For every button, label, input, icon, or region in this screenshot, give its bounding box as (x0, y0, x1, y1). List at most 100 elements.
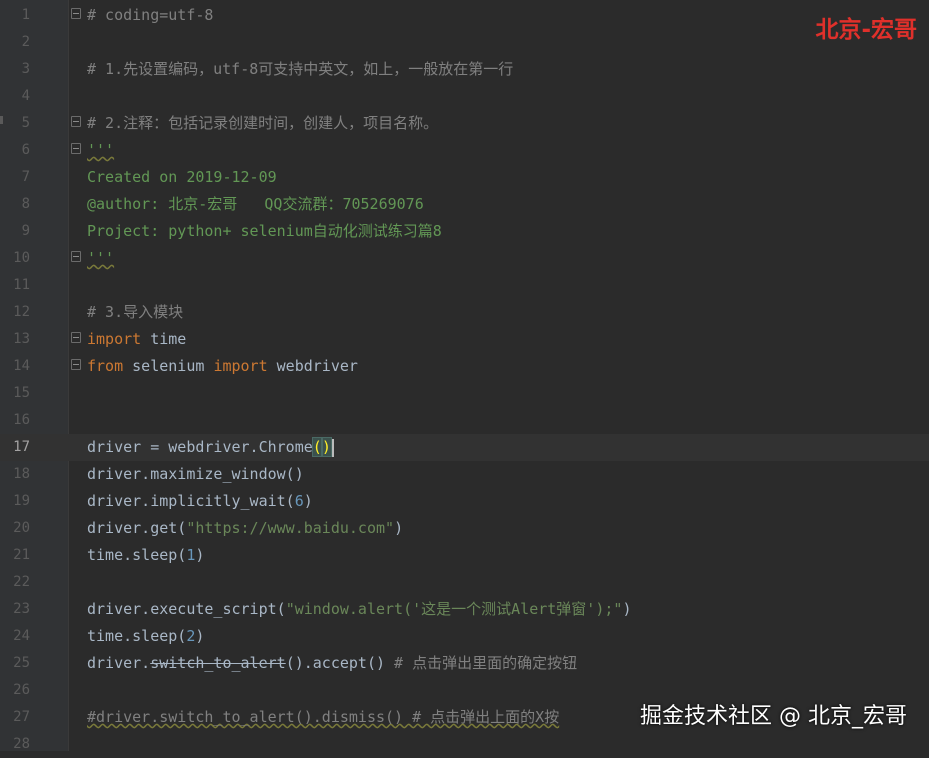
code-text[interactable]: from selenium import webdriver (87, 353, 358, 380)
code-token: driver.maximize_window() (87, 465, 304, 483)
code-token: ) (394, 519, 404, 537)
code-line[interactable]: 20 driver.get("https://www.baidu.com") (0, 515, 929, 542)
line-number: 18 (13, 466, 30, 482)
line-number: 3 (21, 61, 30, 77)
line-number: 17 (13, 439, 30, 455)
code-text[interactable]: # coding=utf-8 (87, 2, 213, 29)
code-text[interactable]: ''' (87, 245, 114, 272)
code-line[interactable]: 8 @author: 北京-宏哥 QQ交流群：705269076 (0, 191, 929, 218)
code-line[interactable]: 21 time.sleep(1) (0, 542, 929, 569)
line-number: 7 (21, 169, 30, 185)
code-line[interactable]: 10 ''' (0, 245, 929, 272)
code-line[interactable]: 2 (0, 29, 929, 56)
code-text[interactable]: #driver.switch_to_alert().dismiss() # 点击… (87, 704, 559, 731)
code-line[interactable]: 12 # 3.导入模块 (0, 299, 929, 326)
code-text[interactable]: driver.maximize_window() (87, 461, 304, 488)
code-text[interactable]: # 2.注释：包括记录创建时间，创建人，项目名称。 (87, 110, 438, 137)
code-line[interactable]: 24 time.sleep(2) (0, 623, 929, 650)
code-line[interactable]: 23 driver.execute_script("window.alert('这… (0, 596, 929, 623)
code-text[interactable]: # 3.导入模块 (87, 299, 183, 326)
code-line[interactable]: 9 Project: python+ selenium自动化测试练习篇8 (0, 218, 929, 245)
code-line[interactable]: 17 driver = webdriver.Chrome() (0, 434, 929, 461)
fold-toggle-icon[interactable] (71, 116, 81, 127)
code-line[interactable]: 25 driver.switch_to_alert().accept() # 点击… (0, 650, 929, 677)
code-text[interactable]: driver.implicitly_wait(6) (87, 488, 313, 515)
code-token: ) (320, 437, 332, 457)
code-token: ) (622, 600, 632, 618)
code-line[interactable]: 13 import time (0, 326, 929, 353)
code-text[interactable]: time.sleep(2) (87, 623, 204, 650)
line-number: 1 (21, 7, 30, 23)
code-text[interactable]: import time (87, 326, 186, 353)
gutter-marker (0, 116, 3, 124)
code-token: driver. (87, 654, 151, 672)
fold-toggle-icon[interactable] (71, 332, 81, 343)
code-token: driver.get( (87, 519, 187, 537)
code-token: from (87, 357, 124, 375)
code-text[interactable]: Project: python+ selenium自动化测试练习篇8 (87, 218, 442, 245)
code-line[interactable]: 14 from selenium import webdriver (0, 353, 929, 380)
code-token: Created on 2019-12-09 (87, 168, 277, 186)
code-token: @author: 北京-宏哥 QQ交流群：705269076 (87, 195, 424, 213)
text-caret (331, 438, 334, 457)
code-text[interactable]: ''' (87, 137, 114, 164)
code-token: ().accept() (285, 654, 386, 672)
code-text[interactable]: driver.switch_to_alert().accept() # 点击弹出… (87, 650, 577, 677)
code-line[interactable]: 4 (0, 83, 929, 110)
fold-toggle-icon[interactable] (71, 8, 81, 19)
watermark-bottom: 掘金技术社区 @ 北京_宏哥 (640, 704, 907, 729)
line-number: 15 (13, 385, 30, 401)
line-number: 21 (13, 547, 30, 563)
line-number: 25 (13, 655, 30, 671)
code-token: 6 (294, 492, 304, 510)
fold-toggle-icon[interactable] (71, 143, 81, 154)
line-number: 26 (13, 682, 30, 698)
code-token: import (213, 357, 268, 375)
code-text[interactable]: driver = webdriver.Chrome() (87, 434, 334, 461)
code-line[interactable]: 3 # 1.先设置编码，utf-8可支持中英文，如上，一般放在第一行 (0, 56, 929, 83)
code-text[interactable]: @author: 北京-宏哥 QQ交流群：705269076 (87, 191, 424, 218)
line-number: 6 (21, 142, 30, 158)
code-token: Project: python+ selenium自动化测试练习篇8 (87, 222, 442, 240)
fold-toggle-icon[interactable] (71, 251, 81, 262)
code-token: # 1.先设置编码，utf-8可支持中英文，如上，一般放在第一行 (87, 60, 514, 78)
line-number: 13 (13, 331, 30, 347)
line-number: 10 (13, 250, 30, 266)
code-line[interactable]: 16 (0, 407, 929, 434)
line-number: 9 (21, 223, 30, 239)
code-line[interactable]: 18 driver.maximize_window() (0, 461, 929, 488)
line-number: 27 (13, 709, 30, 725)
code-token: time.sleep( (87, 546, 187, 564)
line-number: 22 (13, 574, 30, 590)
code-line[interactable]: 6 ''' (0, 137, 929, 164)
code-line[interactable]: 7 Created on 2019-12-09 (0, 164, 929, 191)
code-line[interactable]: 5 # 2.注释：包括记录创建时间，创建人，项目名称。 (0, 110, 929, 137)
line-number: 2 (21, 34, 30, 50)
code-token: ''' (87, 249, 115, 267)
code-token: ( (311, 437, 323, 457)
code-line[interactable]: 19 driver.implicitly_wait(6) (0, 488, 929, 515)
code-line[interactable]: 15 (0, 380, 929, 407)
code-line[interactable]: 22 (0, 569, 929, 596)
code-token: switch_to_alert (150, 654, 286, 672)
code-token: ) (195, 627, 205, 645)
fold-toggle-icon[interactable] (71, 359, 81, 370)
code-token: # coding=utf-8 (87, 6, 214, 24)
code-token: selenium (123, 357, 214, 375)
code-line[interactable]: 1 # coding=utf-8 (0, 2, 929, 29)
code-text[interactable]: driver.get("https://www.baidu.com") (87, 515, 403, 542)
code-token: "window.alert('这是一个测试Alert弹窗');" (285, 600, 623, 618)
code-text[interactable]: time.sleep(1) (87, 542, 204, 569)
code-text[interactable]: Created on 2019-12-09 (87, 164, 277, 191)
line-number: 14 (13, 358, 30, 374)
watermark-top: 北京-宏哥 (815, 17, 917, 43)
code-token: time.sleep( (87, 627, 187, 645)
line-number: 5 (21, 115, 30, 131)
code-line[interactable]: 28 (0, 731, 929, 758)
code-token: ''' (87, 141, 115, 159)
code-line[interactable]: 11 (0, 272, 929, 299)
code-text[interactable]: driver.execute_script("window.alert('这是一… (87, 596, 631, 623)
code-text[interactable]: # 1.先设置编码，utf-8可支持中英文，如上，一般放在第一行 (87, 56, 513, 83)
code-editor[interactable]: 1 # coding=utf-8 2 3 # 1.先设置编码，utf-8可支持中英文，如… (0, 0, 929, 752)
code-token: driver.execute_script( (87, 600, 286, 618)
